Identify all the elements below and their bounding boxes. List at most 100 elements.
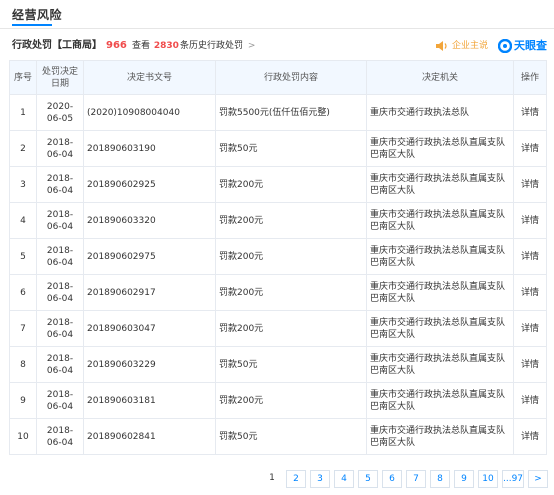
row-content: 罚款5500元(伍仟伍佰元整) [215, 94, 367, 131]
row-authority: 重庆市交通行政执法总队直属支队巴南区大队 [366, 166, 514, 203]
row-detail-link[interactable]: 详情 [513, 166, 547, 203]
row-date: 2018-06-04 [36, 130, 84, 167]
subheader-actions: 企业主说 天眼查 [435, 38, 547, 54]
penalty-title-text: 行政处罚【工商局】 [12, 40, 102, 51]
header-authority: 决定机关 [366, 60, 514, 95]
row-date: 2018-06-04 [36, 418, 84, 455]
row-doc-number: (2020)10908004040 [83, 94, 216, 131]
row-detail-link[interactable]: 详情 [513, 130, 547, 167]
penalty-count: 966 [106, 40, 127, 51]
table-row: 5 2018-06-04 201890602975 罚款200元 重庆市交通行政执法总队… [9, 238, 547, 275]
row-date: 2018-06-04 [36, 346, 84, 383]
page-last[interactable]: ...97 [502, 470, 524, 488]
row-content: 罚款200元 [215, 202, 367, 239]
header-action: 操作 [513, 60, 547, 95]
row-content: 罚款50元 [215, 346, 367, 383]
owner-says-link[interactable]: 企业主说 [452, 38, 488, 54]
megaphone-icon [435, 41, 447, 51]
row-index: 10 [9, 418, 37, 455]
row-date: 2018-06-04 [36, 274, 84, 311]
tianyancha-logo-icon [498, 39, 512, 53]
row-detail-link[interactable]: 详情 [513, 382, 547, 419]
row-detail-link[interactable]: 详情 [513, 310, 547, 347]
row-date: 2018-06-04 [36, 238, 84, 275]
page-8[interactable]: 8 [430, 470, 450, 488]
penalty-subheader: 行政处罚【工商局】 966 查看 2830条历史行政处罚 > 企业主说 天眼查 [12, 38, 547, 54]
row-authority: 重庆市交通行政执法总队 [366, 94, 514, 131]
row-content: 罚款50元 [215, 418, 367, 455]
row-authority: 重庆市交通行政执法总队直属支队巴南区大队 [366, 274, 514, 311]
pagination: 1 2 3 4 5 6 7 8 9 10 ...97 > [262, 469, 552, 489]
row-doc-number: 201890603047 [83, 310, 216, 347]
table-header-row: 序号 处罚决定日期 决定书文号 行政处罚内容 决定机关 操作 [9, 60, 547, 95]
row-doc-number: 201890602841 [83, 418, 216, 455]
table-row: 4 2018-06-04 201890603320 罚款200元 重庆市交通行政执法总队… [9, 202, 547, 239]
row-date: 2018-06-04 [36, 202, 84, 239]
penalty-table: 序号 处罚决定日期 决定书文号 行政处罚内容 决定机关 操作 1 2020-06-… [9, 60, 547, 455]
row-doc-number: 201890603320 [83, 202, 216, 239]
brand-name: 天眼查 [514, 39, 547, 52]
row-detail-link[interactable]: 详情 [513, 94, 547, 131]
row-doc-number: 201890603181 [83, 382, 216, 419]
page-current: 1 [262, 470, 282, 488]
page-5[interactable]: 5 [358, 470, 378, 488]
row-authority: 重庆市交通行政执法总队直属支队巴南区大队 [366, 310, 514, 347]
table-row: 2 2018-06-04 201890603190 罚款50元 重庆市交通行政执法总队直… [9, 130, 547, 167]
row-authority: 重庆市交通行政执法总队直属支队巴南区大队 [366, 418, 514, 455]
row-authority: 重庆市交通行政执法总队直属支队巴南区大队 [366, 202, 514, 239]
row-date: 2018-06-04 [36, 166, 84, 203]
row-index: 2 [9, 130, 37, 167]
page-4[interactable]: 4 [334, 470, 354, 488]
section-divider [0, 28, 554, 29]
row-index: 7 [9, 310, 37, 347]
row-detail-link[interactable]: 详情 [513, 238, 547, 275]
row-content: 罚款200元 [215, 310, 367, 347]
history-count: 2830 [153, 41, 179, 51]
row-content: 罚款200元 [215, 382, 367, 419]
page-7[interactable]: 7 [406, 470, 426, 488]
row-content: 罚款50元 [215, 130, 367, 167]
header-doc-number: 决定书文号 [83, 60, 216, 95]
header-date: 处罚决定日期 [36, 60, 84, 95]
row-doc-number: 201890602925 [83, 166, 216, 203]
table-row: 1 2020-06-05 (2020)10908004040 罚款5500元(伍仟伍佰… [9, 94, 547, 131]
header-content: 行政处罚内容 [215, 60, 367, 95]
row-doc-number: 201890603229 [83, 346, 216, 383]
table-row: 9 2018-06-04 201890603181 罚款200元 重庆市交通行政执法总队… [9, 382, 547, 419]
next-page-button[interactable]: > [528, 470, 548, 488]
history-penalty-link[interactable]: 查看 2830条历史行政处罚 > [132, 38, 255, 54]
page-9[interactable]: 9 [454, 470, 474, 488]
row-date: 2020-06-05 [36, 94, 84, 131]
row-date: 2018-06-04 [36, 310, 84, 347]
row-date: 2018-06-04 [36, 382, 84, 419]
page-6[interactable]: 6 [382, 470, 402, 488]
page-10[interactable]: 10 [478, 470, 498, 488]
table-row: 7 2018-06-04 201890603047 罚款200元 重庆市交通行政执法总队… [9, 310, 547, 347]
row-detail-link[interactable]: 详情 [513, 346, 547, 383]
table-row: 10 2018-06-04 201890602841 罚款50元 重庆市交通行政执法总队… [9, 418, 547, 455]
row-content: 罚款200元 [215, 238, 367, 275]
row-content: 罚款200元 [215, 166, 367, 203]
history-arrow-icon: > [247, 41, 256, 51]
history-suffix: 条历史行政处罚 [179, 41, 243, 51]
page-3[interactable]: 3 [310, 470, 330, 488]
page-2[interactable]: 2 [286, 470, 306, 488]
row-detail-link[interactable]: 详情 [513, 202, 547, 239]
row-authority: 重庆市交通行政执法总队直属支队巴南区大队 [366, 238, 514, 275]
row-doc-number: 201890603190 [83, 130, 216, 167]
row-index: 8 [9, 346, 37, 383]
header-index: 序号 [9, 60, 37, 95]
row-doc-number: 201890602917 [83, 274, 216, 311]
row-index: 9 [9, 382, 37, 419]
row-detail-link[interactable]: 详情 [513, 274, 547, 311]
row-index: 1 [9, 94, 37, 131]
section-title-underline [12, 24, 52, 26]
row-authority: 重庆市交通行政执法总队直属支队巴南区大队 [366, 382, 514, 419]
penalty-title: 行政处罚【工商局】 966 [12, 38, 127, 54]
row-detail-link[interactable]: 详情 [513, 418, 547, 455]
row-authority: 重庆市交通行政执法总队直属支队巴南区大队 [366, 130, 514, 167]
row-doc-number: 201890602975 [83, 238, 216, 275]
row-index: 6 [9, 274, 37, 311]
row-index: 4 [9, 202, 37, 239]
table-row: 8 2018-06-04 201890603229 罚款50元 重庆市交通行政执法总队直… [9, 346, 547, 383]
